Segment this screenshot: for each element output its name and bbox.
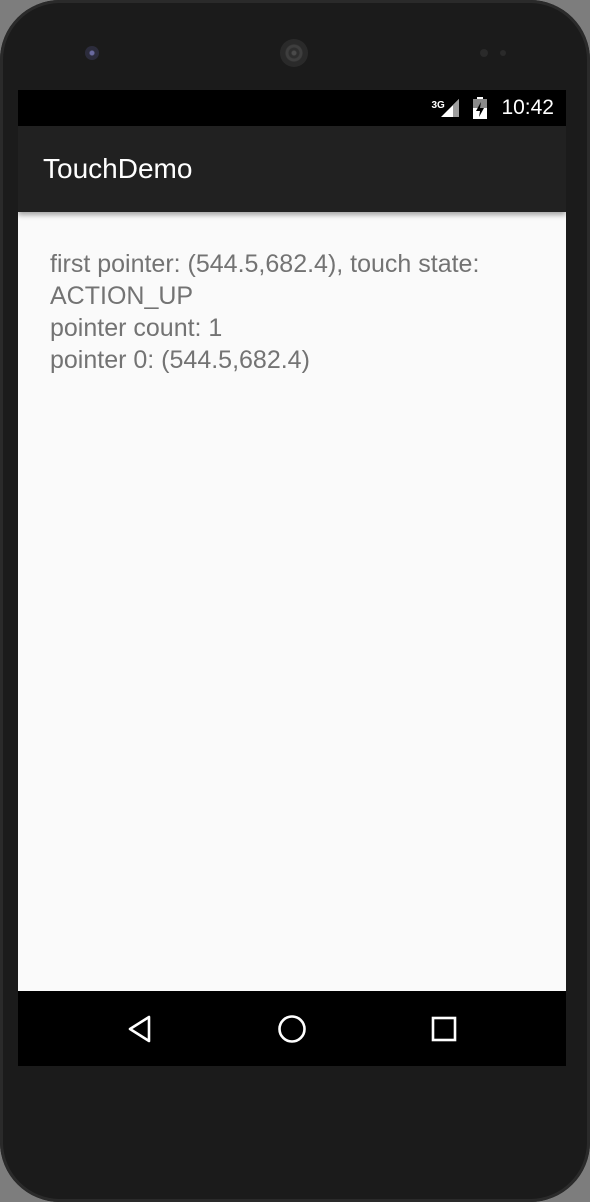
status-bar: 3G 10:42 — [18, 90, 566, 126]
pointer-count-line: pointer count: 1 — [50, 314, 223, 342]
earpiece-speaker — [280, 39, 308, 67]
proximity-sensor — [480, 49, 488, 57]
back-button[interactable] — [120, 1009, 160, 1049]
touch-info-text: first pointer: (544.5,682.4), touch stat… — [50, 248, 550, 376]
back-icon — [128, 1015, 151, 1043]
first-pointer-line: first pointer: (544.5,682.4), touch stat… — [50, 250, 480, 278]
front-camera — [85, 46, 99, 60]
network-type-label: 3G — [431, 100, 445, 111]
light-sensor — [500, 50, 506, 56]
pointer-0-line: pointer 0: (544.5,682.4) — [50, 346, 310, 374]
recent-apps-icon — [431, 1016, 457, 1042]
status-icons: 3G 10:42 — [431, 90, 554, 126]
cell-signal-icon: 3G — [431, 96, 463, 120]
app-bar: TouchDemo — [18, 126, 566, 212]
screen[interactable]: 3G 10:42 TouchDemo first pointer: (544.5… — [18, 90, 566, 1066]
status-clock: 10:42 — [501, 96, 554, 119]
battery-charging-icon — [471, 96, 489, 120]
app-title: TouchDemo — [43, 153, 193, 184]
home-icon — [278, 1015, 306, 1043]
home-button[interactable] — [272, 1009, 312, 1049]
touch-state-line: ACTION_UP — [50, 282, 194, 310]
device-frame: 3G 10:42 TouchDemo first pointer: (544.5… — [0, 0, 590, 1202]
recent-apps-button[interactable] — [424, 1009, 464, 1049]
navigation-bar — [18, 991, 566, 1066]
